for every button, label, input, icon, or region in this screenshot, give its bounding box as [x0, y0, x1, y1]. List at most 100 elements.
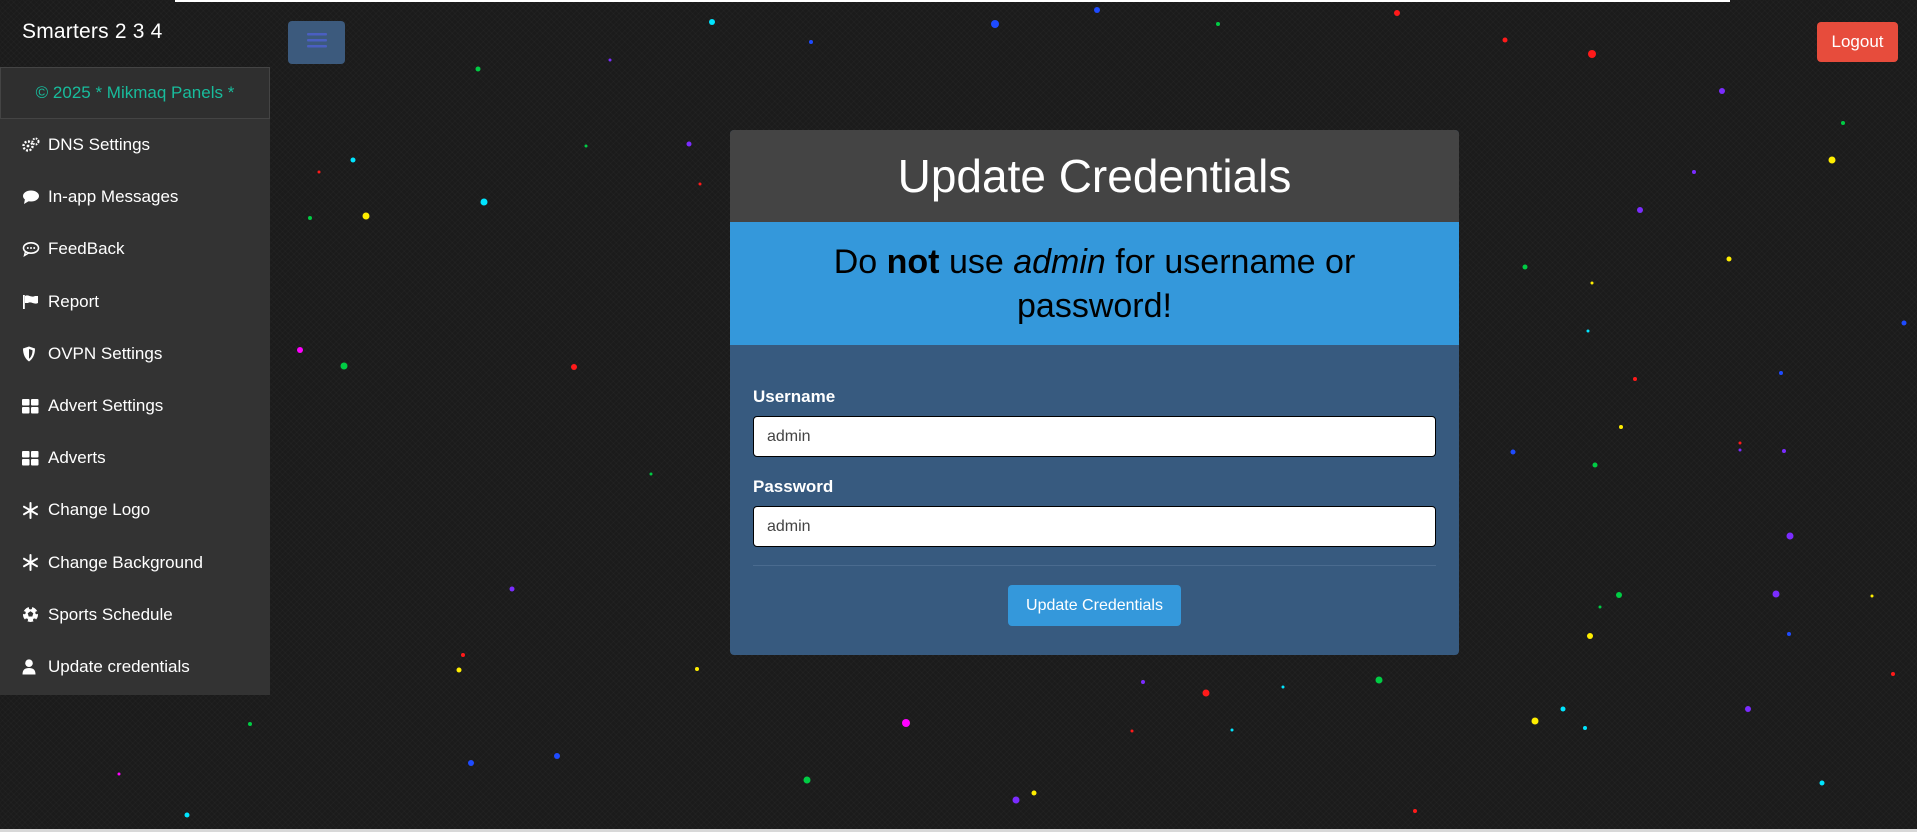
star-dot: [1141, 680, 1145, 684]
panel-title: Update Credentials: [730, 130, 1459, 222]
star-dot: [1745, 706, 1751, 712]
star-dot: [1592, 462, 1598, 468]
warning-emphasis-not: not: [886, 242, 940, 281]
sidebar-item-change-background[interactable]: Change Background: [0, 537, 270, 589]
brand-title[interactable]: Smarters 2 3 4: [22, 20, 163, 44]
logout-button[interactable]: Logout: [1817, 22, 1898, 62]
sidebar-toggle-button[interactable]: [288, 21, 345, 64]
star-dot: [1598, 605, 1602, 609]
star-dot: [1819, 780, 1825, 786]
sidebar-item-label: Change Background: [48, 552, 204, 572]
cogs-icon: [22, 137, 44, 153]
star-dot: [475, 66, 481, 72]
star-dot: [1870, 594, 1874, 598]
sidebar-item-label: OVPN Settings: [48, 343, 163, 363]
star-dot: [1841, 121, 1845, 125]
comment-dots-icon: [22, 241, 44, 258]
star-dot: [1726, 256, 1732, 262]
shield-icon: [22, 346, 44, 362]
sidebar-copyright: © 2025 * Mikmaq Panels *: [0, 67, 270, 119]
sidebar-item-label: Change Logo: [48, 500, 151, 520]
warning-alert: Do not use admin for username or passwor…: [730, 222, 1459, 345]
star-dot: [991, 20, 999, 28]
star-dot: [1772, 590, 1780, 598]
grid-icon: [22, 398, 44, 414]
snowflake-icon: [22, 554, 44, 572]
star-dot: [1738, 448, 1742, 452]
sidebar-item-ovpn-settings[interactable]: OVPN Settings: [0, 328, 270, 380]
sidebar-item-label: In-app Messages: [48, 187, 179, 207]
star-dot: [1012, 796, 1020, 804]
sidebar-item-dns-settings[interactable]: DNS Settings: [0, 119, 270, 171]
star-dot: [649, 472, 653, 476]
star-dot: [184, 812, 190, 818]
password-label: Password: [753, 477, 834, 496]
star-dot: [803, 776, 811, 784]
sidebar-item-feedback[interactable]: FeedBack: [0, 223, 270, 275]
sidebar-item-label: Report: [48, 291, 100, 311]
star-dot: [1531, 717, 1539, 725]
star-dot: [1394, 10, 1400, 16]
star-dot: [297, 347, 303, 353]
star-dot: [1590, 281, 1594, 285]
star-dot: [1787, 632, 1791, 636]
sidebar-item-label: Sports Schedule: [48, 604, 173, 624]
star-dot: [350, 157, 356, 163]
star-dot: [117, 772, 121, 776]
user-icon: [22, 659, 44, 675]
star-dot: [308, 216, 312, 220]
comment-icon: [22, 189, 44, 205]
sidebar-item-advert-settings[interactable]: Advert Settings: [0, 380, 270, 432]
star-dot: [1633, 377, 1637, 381]
sidebar-item-sports-schedule[interactable]: Sports Schedule: [0, 589, 270, 641]
sidebar-item-label: FeedBack: [48, 239, 125, 259]
star-dot: [1738, 441, 1742, 445]
star-dot: [1216, 22, 1220, 26]
sidebar-item-adverts[interactable]: Adverts: [0, 432, 270, 484]
star-dot: [584, 144, 588, 148]
star-dot: [1782, 449, 1786, 453]
soccer-ball-icon: [22, 606, 44, 623]
star-dot: [1230, 728, 1234, 732]
grid-icon: [22, 450, 44, 466]
star-dot: [1560, 706, 1566, 712]
star-dot: [902, 719, 910, 727]
star-dot: [695, 667, 699, 671]
password-field[interactable]: [753, 506, 1436, 547]
star-dot: [1130, 729, 1134, 733]
star-dot: [1281, 685, 1285, 689]
sidebar-item-label: Adverts: [48, 448, 106, 468]
update-credentials-button[interactable]: Update Credentials: [1008, 585, 1181, 626]
star-dot: [1202, 689, 1210, 697]
sidebar-item-update-credentials[interactable]: Update credentials: [0, 641, 270, 693]
star-dot: [1094, 7, 1100, 13]
top-border: [175, 0, 1730, 2]
sidebar-item-change-logo[interactable]: Change Logo: [0, 484, 270, 536]
star-dot: [362, 212, 370, 220]
sidebar-item-label: Update credentials: [48, 656, 190, 676]
star-dot: [686, 141, 692, 147]
username-label: Username: [753, 387, 836, 406]
star-dot: [1587, 633, 1593, 639]
sidebar-item-in-app-messages[interactable]: In-app Messages: [0, 171, 270, 223]
star-dot: [1588, 50, 1596, 58]
star-dot: [1901, 320, 1907, 326]
sidebar-item-report[interactable]: Report: [0, 276, 270, 328]
star-dot: [509, 586, 515, 592]
star-dot: [1616, 592, 1622, 598]
star-dot: [709, 19, 715, 25]
star-dot: [1502, 37, 1508, 43]
star-dot: [480, 198, 488, 206]
star-dot: [1828, 156, 1836, 164]
star-dot: [809, 40, 813, 44]
update-credentials-panel: Update Credentials Do not use admin for …: [730, 130, 1459, 655]
credentials-form: Username Password Update Credentials: [730, 387, 1459, 626]
star-dot: [1779, 371, 1783, 375]
snowflake-icon: [22, 501, 44, 519]
star-dot: [1583, 726, 1587, 730]
star-dot: [317, 170, 321, 174]
star-dot: [1719, 88, 1725, 94]
username-field[interactable]: [753, 416, 1436, 457]
form-divider: [753, 565, 1436, 566]
star-dot: [571, 364, 577, 370]
